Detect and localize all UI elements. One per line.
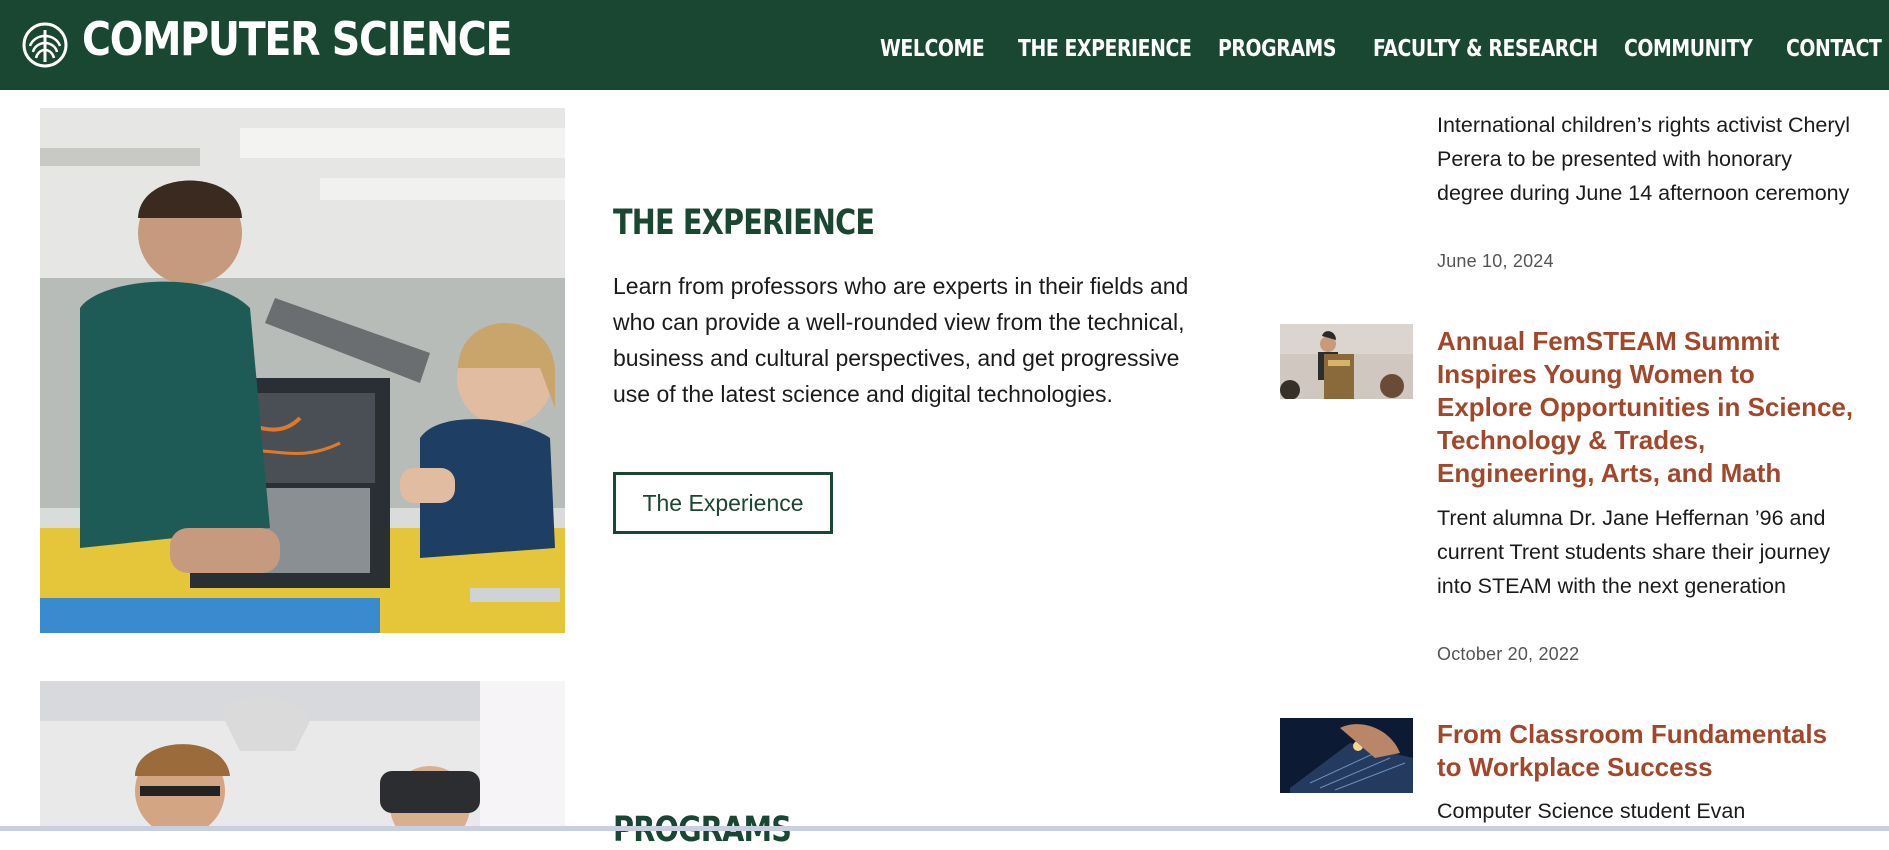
horizontal-scrollbar[interactable] [0,826,1889,831]
experience-description: Learn from professors who are experts in… [613,273,1189,407]
news-thumbnail-2[interactable] [1280,324,1413,399]
nav-community[interactable]: COMMUNITY [1624,36,1753,62]
nav-faculty-research[interactable]: FACULTY & RESEARCH [1373,36,1598,62]
nav-welcome[interactable]: WELCOME [880,36,985,62]
news-date-1: June 10, 2024 [1437,251,1554,271]
site-title[interactable]: COMPUTER SCIENCE [82,12,512,66]
nav-programs[interactable]: PROGRAMS [1218,36,1336,62]
news-summary-1: International children’s rights activist… [1437,113,1851,205]
site-header: COMPUTER SCIENCE WELCOME THE EXPERIENCE … [0,0,1889,90]
trent-logo-icon[interactable] [22,22,68,68]
news-title-2[interactable]: Annual FemSTEAM Summit Inspires Young Wo… [1437,325,1857,490]
news-summary-2: Trent alumna Dr. Jane Heffernan ’96 and … [1437,506,1831,598]
news-title-3[interactable]: From Classroom Fundamentals to Workplace… [1437,718,1857,784]
programs-photo [40,681,565,831]
experience-heading: THE EXPERIENCE [613,203,875,243]
nav-contact[interactable]: CONTACT [1786,36,1882,62]
news-date-2: October 20, 2022 [1437,644,1580,664]
news-summary-3: Computer Science student Evan [1437,799,1746,823]
news-thumbnail-3[interactable] [1280,718,1413,793]
nav-the-experience[interactable]: THE EXPERIENCE [1018,36,1192,62]
the-experience-button[interactable]: The Experience [613,472,833,534]
experience-photo [40,108,565,633]
